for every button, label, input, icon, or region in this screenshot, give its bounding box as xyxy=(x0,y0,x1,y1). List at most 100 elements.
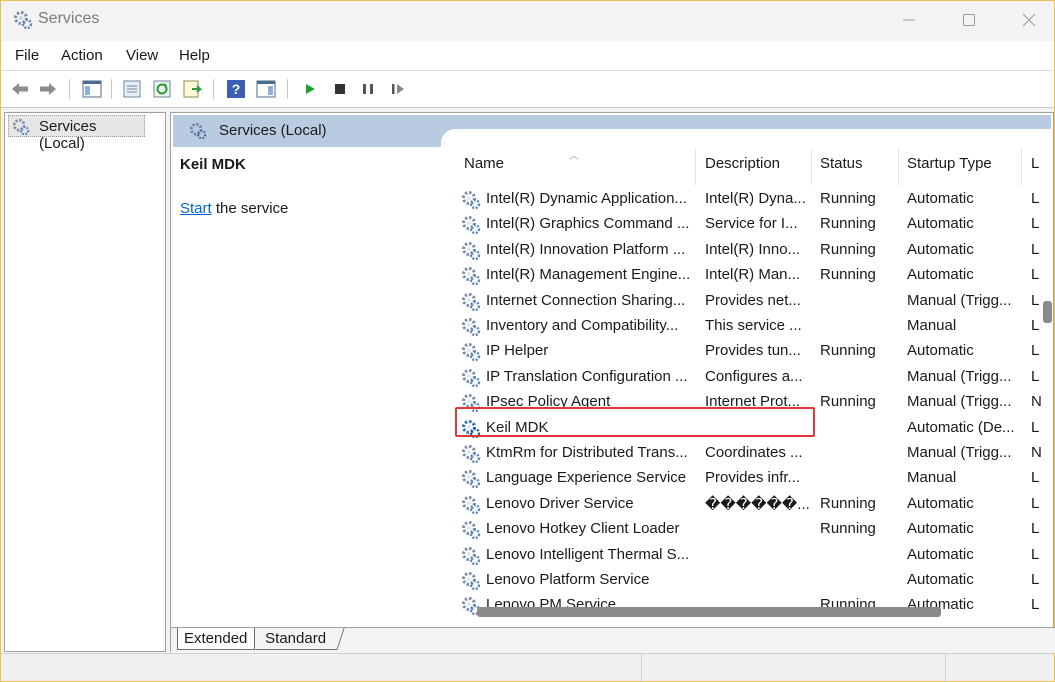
keil-mdk-highlight-box xyxy=(455,407,815,437)
services-gear-icon xyxy=(14,11,33,30)
service-name: IP Helper xyxy=(486,342,549,360)
svg-text:?: ? xyxy=(232,81,241,97)
menu-bar: File Action View Help xyxy=(1,41,1054,71)
table-row[interactable]: Lenovo Intelligent Thermal S... Automatic… xyxy=(453,543,1043,568)
pane-header-curve xyxy=(441,129,1053,149)
column-header-description[interactable]: Description xyxy=(705,155,780,181)
service-name: Lenovo Intelligent Thermal S... xyxy=(486,545,690,563)
console-tree-icon[interactable] xyxy=(81,78,103,100)
table-row[interactable]: Language Experience Service Provides infr… xyxy=(453,466,1043,491)
service-name: Intel(R) Innovation Platform ... xyxy=(486,240,686,258)
restart-service-icon[interactable] xyxy=(387,78,409,100)
menu-view[interactable]: View xyxy=(126,47,158,64)
service-description: Intel(R) Inno... xyxy=(705,240,801,258)
service-name: Intel(R) Graphics Command ... xyxy=(486,215,690,233)
tree-item-services-local[interactable]: Services (Local) xyxy=(8,115,145,152)
services-gear-icon xyxy=(12,118,30,136)
forward-arrow-icon[interactable] xyxy=(37,78,59,100)
service-gear-icon xyxy=(461,469,481,489)
table-row[interactable]: IP Translation Configuration ... Configur… xyxy=(453,365,1043,390)
service-gear-icon xyxy=(461,546,481,566)
service-startup-type: Automatic xyxy=(907,215,974,233)
service-description: This service ... xyxy=(705,317,802,334)
refresh-icon[interactable] xyxy=(151,78,173,100)
column-header-status[interactable]: Status xyxy=(820,155,863,181)
console-tree-pane: Services (Local) xyxy=(4,112,166,652)
sort-indicator-icon: ︿ xyxy=(569,151,579,162)
service-gear-icon xyxy=(461,317,481,337)
window-title: Services xyxy=(38,10,100,27)
service-gear-icon xyxy=(461,571,481,591)
close-button[interactable] xyxy=(999,1,1055,39)
service-name: Lenovo Hotkey Client Loader xyxy=(486,520,680,538)
table-row[interactable]: Lenovo Platform Service Automatic L xyxy=(453,568,1043,593)
services-window: Services File Action View Help ? Service… xyxy=(0,0,1055,682)
service-startup-type: Automatic xyxy=(907,190,974,207)
toolbar-separator xyxy=(111,79,112,99)
table-row[interactable]: Internet Connection Sharing... Provides n… xyxy=(453,289,1043,314)
vertical-scrollbar[interactable] xyxy=(1041,149,1053,623)
column-header-startup-type[interactable]: Startup Type xyxy=(907,155,992,181)
service-description: Provides infr... xyxy=(705,469,801,487)
column-separator[interactable] xyxy=(898,149,899,185)
table-row[interactable]: Inventory and Compatibility... This servi… xyxy=(453,314,1043,339)
vertical-scroll-thumb[interactable] xyxy=(1043,301,1052,323)
tab-extended[interactable]: Extended xyxy=(177,628,255,650)
table-row[interactable]: IP Helper Provides tun... Running Automatic… xyxy=(453,339,1043,364)
start-service-icon[interactable] xyxy=(299,78,321,100)
services-gear-icon xyxy=(189,122,207,140)
service-startup-type: Automatic (De... xyxy=(907,418,1015,436)
service-description: Provides net... xyxy=(705,291,801,309)
horizontal-scroll-thumb[interactable] xyxy=(477,607,941,617)
status-bar xyxy=(1,653,1054,682)
help-icon[interactable]: ? xyxy=(225,78,247,100)
service-startup-type: Manual (Trigg... xyxy=(907,393,1012,411)
table-row[interactable]: Intel(R) Graphics Command ... Service for… xyxy=(453,212,1043,237)
service-description: Configures a... xyxy=(705,367,803,385)
service-name: Internet Connection Sharing... xyxy=(486,291,686,309)
back-arrow-icon[interactable] xyxy=(9,78,31,100)
service-status: Running xyxy=(820,520,876,538)
column-header-name[interactable]: Name xyxy=(464,155,504,181)
tab-standard[interactable]: Standard xyxy=(255,628,345,650)
service-description: Intel(R) Man... xyxy=(705,266,801,284)
properties-icon[interactable] xyxy=(121,78,143,100)
column-separator[interactable] xyxy=(811,149,812,185)
menu-help[interactable]: Help xyxy=(179,47,210,64)
service-startup-type: Manual (Trigg... xyxy=(907,367,1012,385)
service-startup-type: Manual xyxy=(907,469,957,487)
table-row[interactable]: Intel(R) Innovation Platform ... Intel(R)… xyxy=(453,238,1043,263)
service-startup-type: Manual xyxy=(907,317,957,334)
service-name: Intel(R) Management Engine... xyxy=(486,266,691,284)
table-row[interactable]: Intel(R) Management Engine... Intel(R) Ma… xyxy=(453,263,1043,288)
service-startup-type: Automatic xyxy=(907,520,974,538)
menu-action[interactable]: Action xyxy=(61,47,103,64)
service-startup-type: Manual (Trigg... xyxy=(907,291,1012,309)
horizontal-scrollbar[interactable] xyxy=(453,604,1043,618)
toolbar-separator xyxy=(213,79,214,99)
selected-service-name: Keil MDK xyxy=(180,156,246,173)
service-gear-icon xyxy=(461,190,481,210)
column-header-log-on-as[interactable]: L xyxy=(1031,155,1039,181)
start-service-link[interactable]: Start xyxy=(180,200,212,217)
service-action-text: Start the service xyxy=(180,200,288,217)
stop-service-icon[interactable] xyxy=(329,78,351,100)
service-gear-icon xyxy=(461,342,481,362)
menu-file[interactable]: File xyxy=(15,47,39,64)
maximize-icon xyxy=(963,14,975,26)
column-separator[interactable] xyxy=(695,149,696,185)
maximize-button[interactable] xyxy=(939,1,999,39)
table-row[interactable]: Intel(R) Dynamic Application... Intel(R) … xyxy=(453,187,1043,212)
show-hide-pane-icon[interactable] xyxy=(255,78,277,100)
title-bar: Services xyxy=(1,1,1054,39)
column-separator[interactable] xyxy=(1021,149,1022,185)
pause-service-icon[interactable] xyxy=(357,78,379,100)
service-gear-icon xyxy=(461,241,481,261)
minimize-button[interactable] xyxy=(879,1,939,39)
table-row[interactable]: Lenovo Driver Service ������... Running Aut… xyxy=(453,492,1043,517)
table-row[interactable]: KtmRm for Distributed Trans... Coordinate… xyxy=(453,441,1043,466)
service-description: Coordinates ... xyxy=(705,444,803,461)
export-list-icon[interactable] xyxy=(181,78,203,100)
table-row[interactable]: Lenovo Hotkey Client Loader Running Automa… xyxy=(453,517,1043,542)
service-name: Inventory and Compatibility... xyxy=(486,317,679,334)
